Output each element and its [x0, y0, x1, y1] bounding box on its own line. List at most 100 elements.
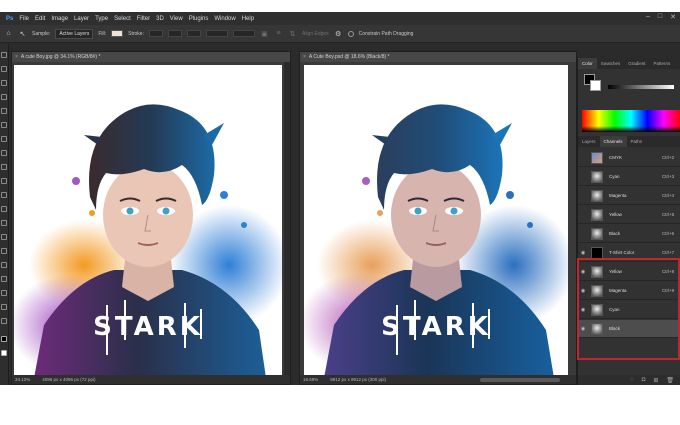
channel-shortcut: Ctrl+4 — [662, 193, 675, 198]
channel-row[interactable]: ◉ Cyan — [578, 301, 680, 319]
delete-channel-icon[interactable]: 🗑 — [666, 377, 674, 384]
foreground-color-icon[interactable] — [1, 336, 7, 342]
ps-logo-icon[interactable]: Ps — [3, 16, 16, 22]
fill-swatch[interactable] — [111, 30, 124, 37]
load-selection-icon[interactable]: ◌ — [630, 377, 634, 383]
doc2-close-icon[interactable]: × — [303, 54, 306, 60]
align-edges-option[interactable]: Align Edges — [302, 31, 329, 37]
menu-3d[interactable]: 3D — [153, 16, 167, 22]
stroke-width-field[interactable] — [167, 30, 182, 37]
doc1-close-icon[interactable]: × — [15, 54, 18, 60]
channel-row[interactable]: Black Ctrl+6 — [578, 225, 680, 243]
crop-tool-icon[interactable] — [1, 108, 7, 114]
doc2-zoom[interactable]: 18.69% — [303, 377, 318, 382]
channel-row[interactable]: Magenta Ctrl+4 — [578, 187, 680, 205]
tab-swatches[interactable]: Swatches — [597, 58, 625, 69]
menu-view[interactable]: View — [167, 16, 186, 22]
history-brush-tool-icon[interactable] — [1, 178, 7, 184]
menu-edit[interactable]: Edit — [32, 16, 48, 22]
channel-shortcut: Ctrl+7 — [662, 250, 675, 255]
doc1-canvas[interactable]: STARK — [14, 65, 282, 378]
doc1-zoom[interactable]: 34.12% — [15, 377, 30, 382]
marquee-tool-icon[interactable] — [1, 66, 7, 72]
visibility-eye-icon[interactable]: ◉ — [578, 326, 588, 332]
channel-shortcut: Ctrl+3 — [662, 174, 675, 179]
channel-row[interactable]: CMYK Ctrl+2 — [578, 149, 680, 167]
tab-layers[interactable]: Layers — [578, 136, 600, 147]
sample-select[interactable]: Active Layers — [55, 28, 94, 39]
tab-paths[interactable]: Paths — [627, 136, 647, 147]
tools-panel — [0, 44, 9, 385]
shape-tool-icon[interactable] — [1, 290, 7, 296]
path-align-icon[interactable]: ≡ — [274, 29, 283, 38]
menu-image[interactable]: Image — [48, 16, 71, 22]
maximize-icon[interactable]: □ — [658, 13, 662, 21]
menu-type[interactable]: Type — [92, 16, 111, 22]
menu-select[interactable]: Select — [111, 16, 134, 22]
stroke-type-field[interactable] — [186, 30, 201, 37]
healing-tool-icon[interactable] — [1, 136, 7, 142]
gradient-tool-icon[interactable] — [1, 206, 7, 212]
doc1-vscroll[interactable] — [284, 62, 290, 375]
menu-layer[interactable]: Layer — [71, 16, 92, 22]
menu-plugins[interactable]: Plugins — [186, 16, 212, 22]
tab-gradient[interactable]: Gradient — [624, 58, 649, 69]
tab-channels[interactable]: Channels — [599, 136, 627, 147]
doc1-tab[interactable]: × A cute Boy.jpg @ 34.1% (RGB/8#) * — [12, 52, 290, 62]
menu-file[interactable]: File — [16, 16, 32, 22]
quick-select-tool-icon[interactable] — [1, 94, 7, 100]
minimize-icon[interactable]: – — [646, 13, 650, 21]
path-ops-icon[interactable]: ▣ — [260, 29, 269, 38]
blur-tool-icon[interactable] — [1, 220, 7, 226]
visibility-eye-icon[interactable]: ◉ — [578, 307, 588, 313]
background-swatch[interactable] — [590, 80, 601, 91]
path-select-tool-icon[interactable] — [1, 276, 7, 282]
background-color-icon[interactable] — [1, 350, 7, 356]
channel-row[interactable]: Yellow Ctrl+5 — [578, 206, 680, 224]
visibility-eye-icon[interactable]: ◉ — [578, 250, 588, 256]
channel-row[interactable]: ◉ Magenta Ctrl+9 — [578, 282, 680, 300]
new-channel-icon[interactable]: ⊞ — [653, 377, 658, 384]
lasso-tool-icon[interactable] — [1, 80, 7, 86]
pen-tool-icon[interactable] — [1, 248, 7, 254]
stamp-tool-icon[interactable] — [1, 164, 7, 170]
stroke-swatch[interactable] — [148, 30, 163, 37]
color-spectrum-shade — [582, 126, 680, 132]
channel-thumbnail — [591, 303, 603, 316]
tab-patterns[interactable]: Patterns — [650, 58, 675, 69]
width-field[interactable] — [205, 30, 228, 37]
channel-name: Yellow — [609, 269, 622, 274]
visibility-eye-icon[interactable]: ◉ — [578, 288, 588, 294]
zoom-tool-icon[interactable] — [1, 318, 7, 324]
hand-tool-icon[interactable] — [1, 304, 7, 310]
constrain-checkbox[interactable] — [347, 30, 354, 37]
grayscale-slider[interactable] — [608, 85, 674, 89]
height-field[interactable] — [232, 30, 255, 37]
move-tool-icon[interactable] — [1, 52, 7, 58]
menu-window[interactable]: Window — [211, 16, 238, 22]
save-selection-icon[interactable]: ◘ — [642, 377, 646, 383]
brush-tool-icon[interactable] — [1, 150, 7, 156]
settings-gear-icon[interactable]: ⚙ — [334, 29, 343, 38]
path-selection-icon[interactable]: ↖ — [18, 29, 27, 38]
close-icon[interactable]: ✕ — [670, 13, 676, 21]
doc1-artwork: STARK — [14, 65, 282, 378]
channel-row[interactable]: ◉ T-Shirt Color Ctrl+7 — [578, 244, 680, 262]
doc2-canvas[interactable]: STARK — [304, 65, 568, 378]
dodge-tool-icon[interactable] — [1, 234, 7, 240]
menu-filter[interactable]: Filter — [134, 16, 153, 22]
eraser-tool-icon[interactable] — [1, 192, 7, 198]
channel-row[interactable]: ◉ Yellow Ctrl+8 — [578, 263, 680, 281]
menu-help[interactable]: Help — [239, 16, 257, 22]
eyedropper-tool-icon[interactable] — [1, 122, 7, 128]
channel-row[interactable]: ◉ Black — [578, 320, 680, 338]
tab-color[interactable]: Color — [578, 58, 597, 69]
doc1-status-bar: 34.12% 4096 px x 4096 px (72 ppi) — [12, 375, 290, 384]
doc2-hscroll-thumb[interactable] — [480, 378, 560, 382]
visibility-eye-icon[interactable]: ◉ — [578, 269, 588, 275]
type-tool-icon[interactable] — [1, 262, 7, 268]
home-icon[interactable]: ⌂ — [4, 29, 13, 38]
path-arrange-icon[interactable]: ⇅ — [288, 29, 297, 38]
doc2-tab[interactable]: × A Cute Boy.psd @ 18.6% (Black/8) * — [300, 52, 576, 62]
channel-row[interactable]: Cyan Ctrl+3 — [578, 168, 680, 186]
